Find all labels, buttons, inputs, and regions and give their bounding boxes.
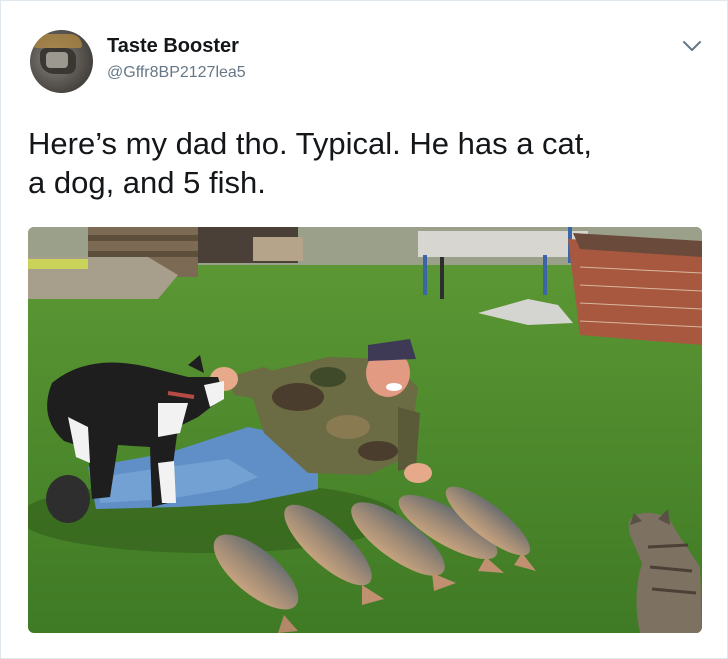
- avatar-face-shape: [46, 52, 68, 68]
- author-display-name[interactable]: Taste Booster: [107, 35, 239, 58]
- brick-grill: [568, 233, 702, 345]
- photo-illustration: [28, 227, 702, 633]
- author-handle[interactable]: @Gffr8BP2127lea5: [107, 64, 246, 82]
- tweet-text-line-2: a dog, and 5 fish.: [28, 165, 266, 200]
- yellow-object: [28, 259, 88, 269]
- tweet-text: Here’s my dad tho. Typical. He has a cat…: [28, 124, 708, 202]
- avatar-hat-shape: [34, 34, 82, 48]
- tweet-text-line-1: Here’s my dad tho. Typical. He has a cat…: [28, 126, 593, 161]
- tweet-photo[interactable]: [28, 227, 702, 633]
- shoe: [46, 475, 90, 523]
- tweet-card: Taste Booster @Gffr8BP2127lea5 Here’s my…: [0, 0, 728, 659]
- chevron-down-icon[interactable]: [681, 37, 703, 55]
- author-avatar[interactable]: [30, 30, 93, 93]
